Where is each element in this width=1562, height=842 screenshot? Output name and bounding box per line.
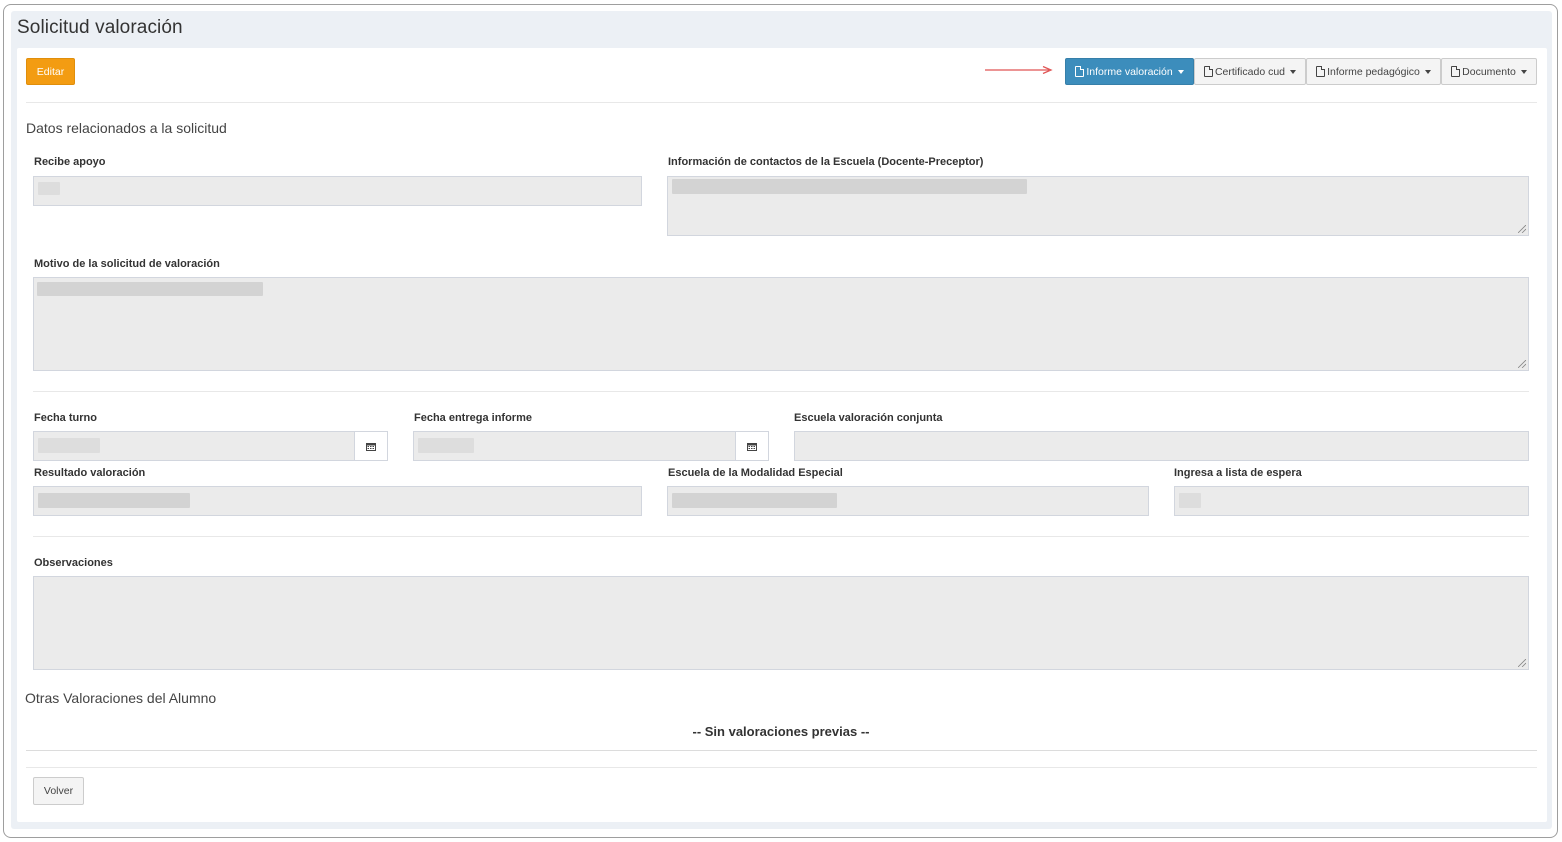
escuela-modalidad-label: Escuela de la Modalidad Especial (668, 467, 843, 479)
edit-button[interactable]: Editar (26, 58, 75, 85)
file-icon (1451, 66, 1461, 77)
lista-espera-input[interactable] (1174, 486, 1529, 516)
file-icon (1203, 66, 1213, 77)
lista-espera-label: Ingresa a lista de espera (1174, 467, 1302, 479)
resize-handle-icon[interactable] (1518, 360, 1526, 368)
fecha-turno-label: Fecha turno (34, 412, 97, 424)
redacted-value (38, 182, 60, 195)
divider (26, 750, 1537, 751)
escuela-conjunta-label: Escuela valoración conjunta (794, 412, 943, 424)
back-button[interactable]: Volver (33, 777, 84, 805)
observaciones-label: Observaciones (34, 557, 113, 569)
calendar-icon (747, 442, 757, 451)
certificado-cud-label: Certificado cud (1214, 65, 1286, 78)
empty-message: -- Sin valoraciones previas -- (692, 724, 870, 739)
fecha-turno-input[interactable] (33, 431, 355, 461)
divider (26, 102, 1537, 103)
redacted-value (672, 179, 1027, 194)
divider (33, 391, 1529, 392)
documento-label: Documento (1462, 65, 1516, 78)
contactos-label: Información de contactos de la Escuela (… (668, 156, 984, 168)
resultado-input[interactable] (33, 486, 642, 516)
section-title-request: Datos relacionados a la solicitud (26, 120, 227, 136)
redacted-value (37, 282, 263, 296)
resultado-label: Resultado valoración (34, 467, 146, 479)
fecha-entrega-label: Fecha entrega informe (414, 412, 532, 424)
caret-down-icon (1424, 69, 1431, 74)
motivo-textarea[interactable] (33, 277, 1529, 371)
divider (26, 767, 1537, 768)
escuela-conjunta-input[interactable] (794, 431, 1529, 461)
redacted-value (418, 438, 474, 453)
calendar-icon (366, 442, 376, 451)
informe-pedagogico-button[interactable]: Informe pedagógico (1306, 58, 1441, 85)
file-icon (1316, 66, 1326, 77)
fecha-entrega-input[interactable] (413, 431, 736, 461)
redacted-value (38, 493, 190, 508)
certificado-cud-button[interactable]: Certificado cud (1194, 58, 1306, 85)
divider (33, 536, 1529, 537)
informe-valoracion-button[interactable]: Informe valoración (1065, 58, 1194, 85)
section-title-other: Otras Valoraciones del Alumno (25, 690, 217, 706)
redacted-value (672, 493, 837, 508)
page-title: Solicitud valoración (17, 17, 183, 38)
caret-down-icon (1177, 69, 1184, 74)
redacted-value (1179, 493, 1201, 508)
caret-down-icon (1290, 69, 1297, 74)
informe-valoracion-label: Informe valoración (1086, 65, 1173, 78)
resize-handle-icon[interactable] (1518, 659, 1526, 667)
recibe-apoyo-field[interactable] (33, 176, 642, 206)
informe-pedagogico-label: Informe pedagógico (1327, 65, 1420, 78)
caret-down-icon (1520, 69, 1527, 74)
documento-button[interactable]: Documento (1441, 58, 1537, 85)
motivo-label: Motivo de la solicitud de valoración (34, 258, 220, 270)
recibe-apoyo-label: Recibe apoyo (34, 156, 106, 168)
pointer-arrow (985, 66, 1053, 74)
escuela-modalidad-input[interactable] (667, 486, 1149, 516)
fecha-turno-calendar-button[interactable] (354, 431, 388, 461)
redacted-value (38, 438, 100, 453)
fecha-entrega-calendar-button[interactable] (735, 431, 769, 461)
contactos-textarea[interactable] (667, 176, 1529, 236)
observaciones-textarea[interactable] (33, 576, 1529, 670)
resize-handle-icon[interactable] (1518, 225, 1526, 233)
file-icon (1075, 66, 1085, 77)
